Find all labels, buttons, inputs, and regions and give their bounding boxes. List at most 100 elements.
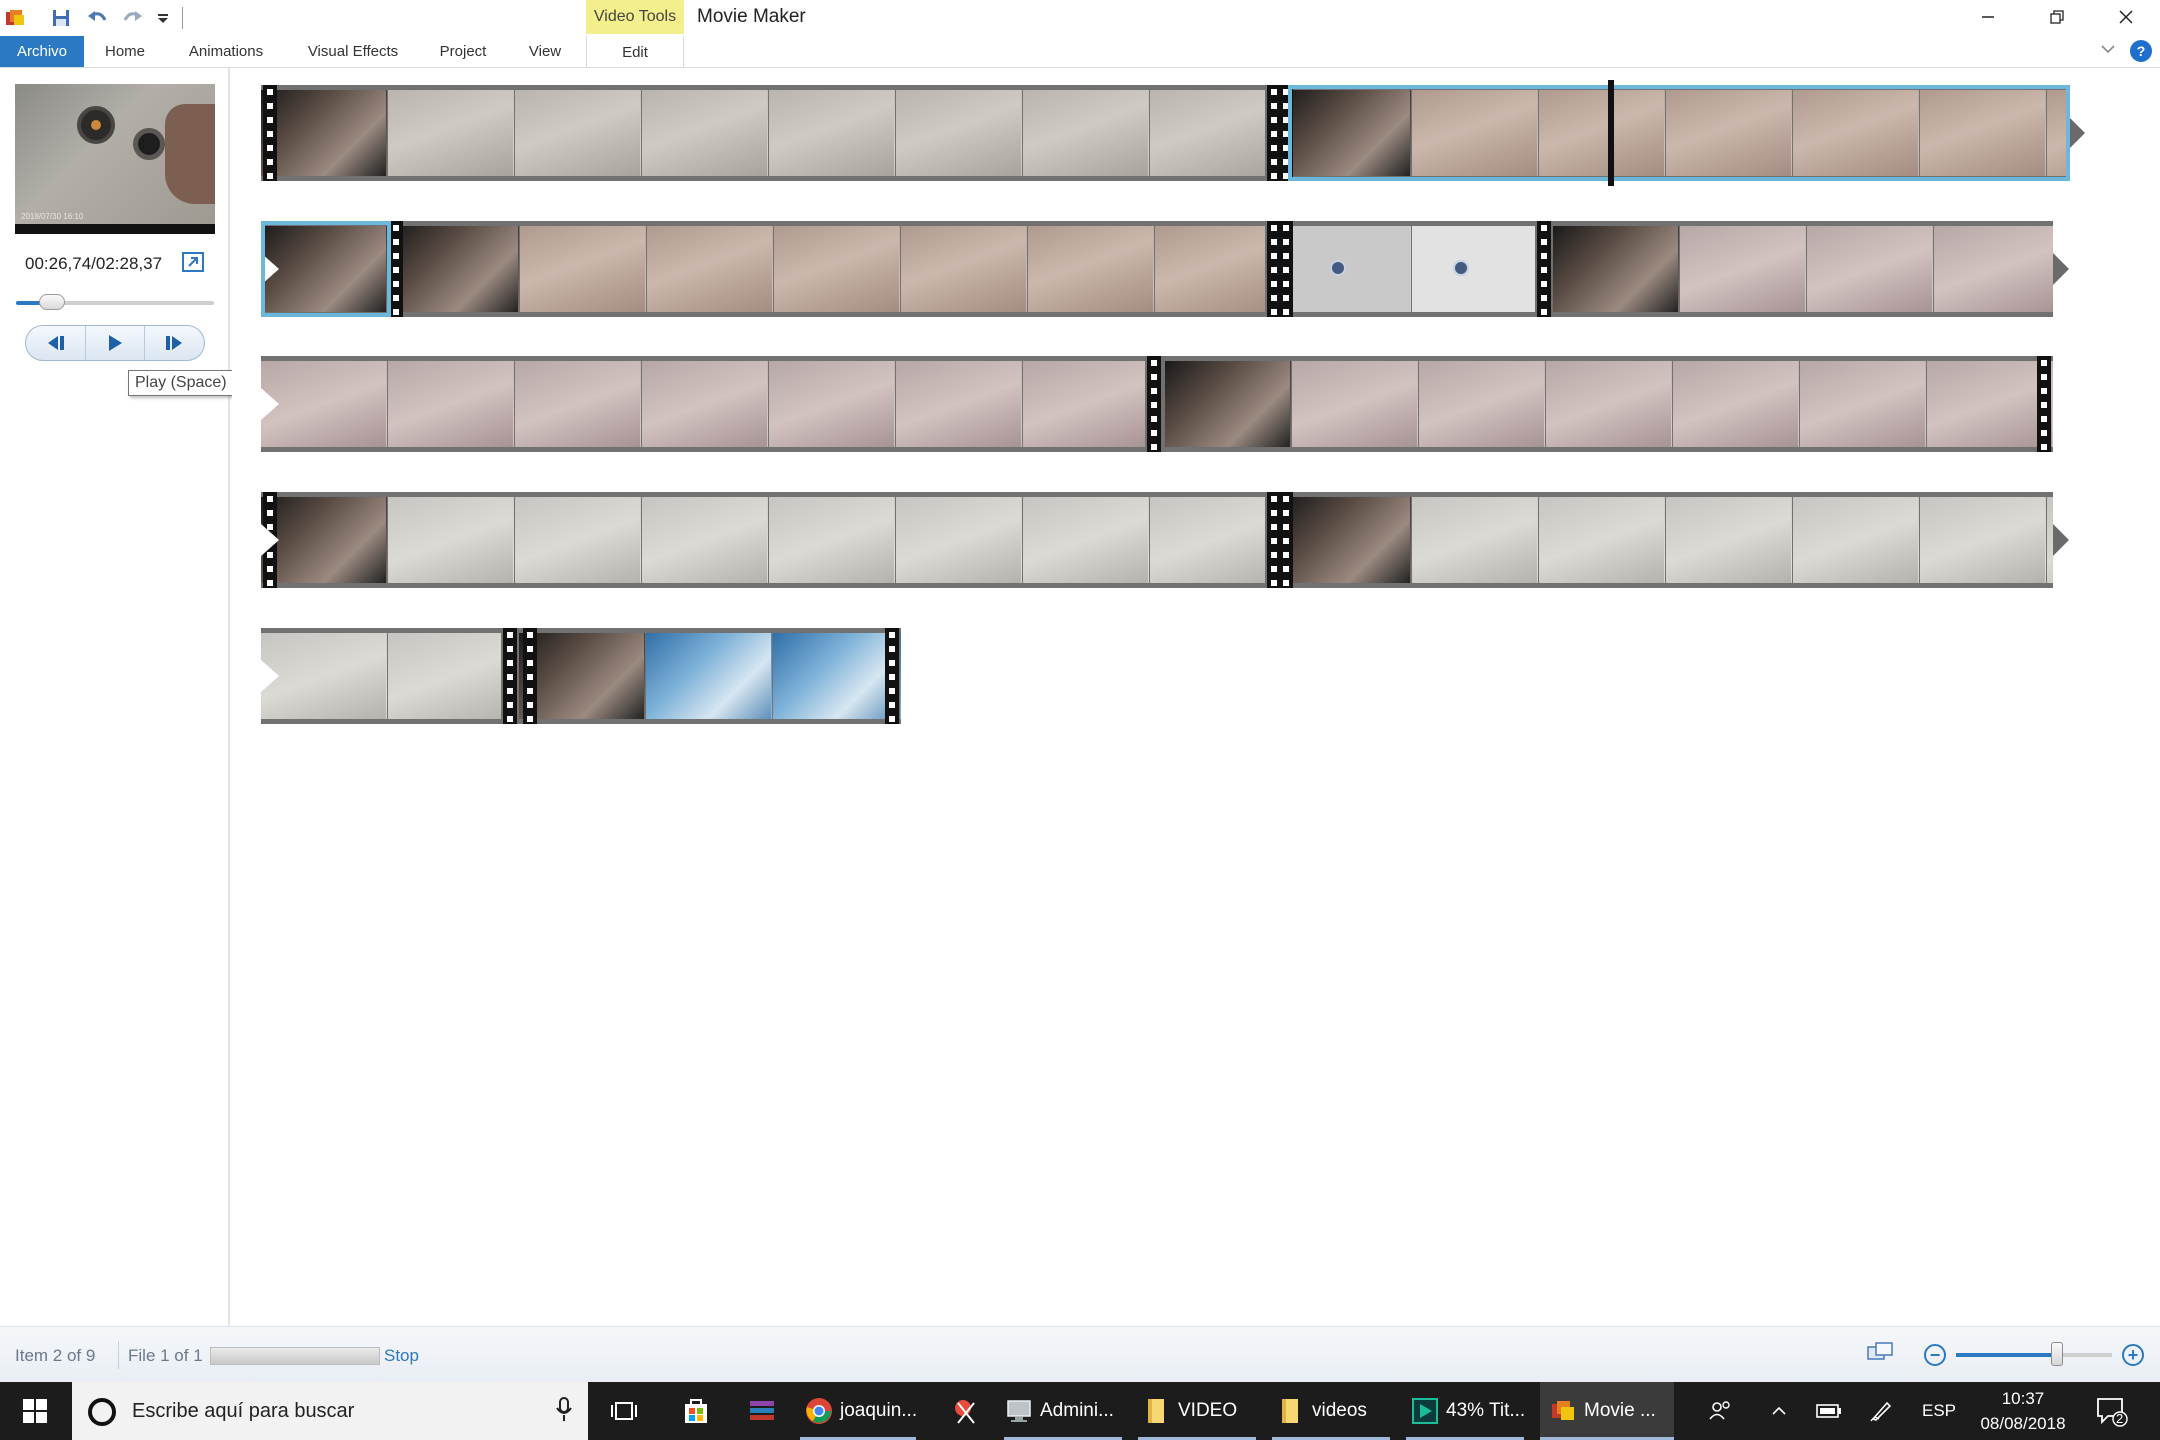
close-button[interactable] xyxy=(2091,0,2160,34)
clip-thumbnail xyxy=(1285,497,1411,583)
clip-thumbnail xyxy=(769,497,895,583)
video-clip[interactable] xyxy=(1553,226,2053,312)
video-clip[interactable] xyxy=(1285,90,2069,176)
winrar-icon[interactable] xyxy=(742,1382,782,1440)
video-clip[interactable] xyxy=(261,497,1265,583)
clip-thumbnail xyxy=(769,90,895,176)
video-clip[interactable] xyxy=(1165,361,2053,447)
taskbar-clock[interactable]: 10:37 08/08/2018 xyxy=(1968,1386,2078,1436)
clock-date: 08/08/2018 xyxy=(1980,1414,2066,1433)
task-view-icon[interactable] xyxy=(604,1382,644,1440)
battery-icon[interactable] xyxy=(1814,1382,1844,1440)
search-placeholder: Escribe aquí para buscar xyxy=(132,1400,355,1422)
playback-controls xyxy=(25,325,205,361)
video-clip[interactable] xyxy=(393,226,1265,312)
taskbar-app-videos-folder[interactable]: videos xyxy=(1276,1382,1367,1440)
pen-workspace-icon[interactable] xyxy=(1866,1382,1896,1440)
seek-slider[interactable] xyxy=(16,294,214,310)
save-icon[interactable] xyxy=(46,3,76,33)
preview-bowl-shape xyxy=(77,106,115,144)
clip-thumbnail xyxy=(1793,90,1919,176)
clip-thumbnail xyxy=(774,226,900,312)
movie-maker-app-icon[interactable] xyxy=(0,3,30,33)
row-continue-left-arrow-icon xyxy=(261,388,279,420)
play-button[interactable] xyxy=(86,326,146,360)
clip-thumbnail xyxy=(1927,361,2053,447)
taskbar-app-video-folder[interactable]: VIDEO xyxy=(1142,1382,1237,1440)
action-center-icon[interactable]: 2 xyxy=(2094,1394,2128,1428)
clip-thumbnail xyxy=(1920,90,2046,176)
title-bar: Video Tools Movie Maker xyxy=(0,0,2160,36)
tab-view[interactable]: View xyxy=(516,36,574,67)
ribbon-expand-chevron-icon[interactable] xyxy=(2100,42,2116,60)
undo-icon[interactable] xyxy=(82,3,112,33)
film-sprocket-divider xyxy=(1279,85,1293,181)
clip-thumbnail xyxy=(1023,497,1149,583)
zoom-out-button[interactable]: − xyxy=(1924,1343,1946,1366)
seek-slider-thumb[interactable] xyxy=(38,294,65,310)
video-clip[interactable] xyxy=(261,90,1265,176)
zoom-in-button[interactable]: + xyxy=(2122,1343,2144,1366)
clip-thumbnail xyxy=(773,633,899,719)
input-language[interactable]: ESP xyxy=(1922,1382,1956,1440)
tab-animations[interactable]: Animations xyxy=(176,36,276,67)
taskbar-app-label: VIDEO xyxy=(1178,1400,1238,1421)
clip-thumbnail xyxy=(1165,361,1291,447)
redo-icon[interactable] xyxy=(118,3,148,33)
help-icon[interactable]: ? xyxy=(2130,40,2152,62)
start-button[interactable] xyxy=(0,1382,70,1440)
stop-link[interactable]: Stop xyxy=(384,1346,419,1366)
storyboard-row xyxy=(261,85,2085,181)
zoom-slider[interactable] xyxy=(1956,1341,2112,1366)
clip-thumbnail xyxy=(515,90,641,176)
video-clip[interactable] xyxy=(1285,497,2053,583)
video-clip[interactable] xyxy=(519,633,901,719)
taskbar-app-movie-maker[interactable]: Movie ... xyxy=(1540,1382,1674,1440)
video-clip[interactable] xyxy=(261,633,501,719)
minimize-button[interactable] xyxy=(1953,0,2022,34)
chrome-icon xyxy=(804,1396,834,1426)
taskbar-app-admin[interactable]: Admini... xyxy=(1004,1382,1114,1440)
tab-project[interactable]: Project xyxy=(428,36,498,67)
tab-home[interactable]: Home xyxy=(90,36,160,67)
fullscreen-preview-icon[interactable] xyxy=(182,252,204,272)
row-continue-left-arrow-icon xyxy=(261,660,279,692)
clip-thumbnail xyxy=(646,633,772,719)
storyboard-timeline[interactable] xyxy=(232,68,2160,1326)
clip-thumbnail xyxy=(900,633,901,719)
previous-frame-button[interactable] xyxy=(26,326,86,360)
next-frame-button[interactable] xyxy=(145,326,204,360)
preview-video-frame[interactable]: 2018/07/30 16:10 xyxy=(15,84,215,234)
clip-thumbnail xyxy=(1285,226,1411,312)
clip-thumbnail xyxy=(388,90,514,176)
people-icon[interactable] xyxy=(1706,1382,1736,1440)
store-icon[interactable] xyxy=(676,1382,716,1440)
preview-hand-shape xyxy=(165,104,215,204)
playhead-cursor[interactable] xyxy=(1608,80,1614,186)
clip-thumbnail xyxy=(1673,361,1799,447)
video-clip[interactable] xyxy=(261,226,387,312)
taskbar-app-chrome[interactable]: joaquin... xyxy=(804,1382,917,1440)
show-hidden-icons-chevron-icon[interactable] xyxy=(1766,1382,1792,1440)
tab-archivo[interactable]: Archivo xyxy=(0,36,84,67)
tab-visual-effects[interactable]: Visual Effects xyxy=(298,36,408,67)
film-sprocket-divider xyxy=(523,628,537,724)
taskbar-app-media-encoder[interactable]: 43% Tit... xyxy=(1410,1382,1525,1440)
taskbar-app-label: Admini... xyxy=(1040,1400,1114,1421)
play-tooltip: Play (Space) xyxy=(128,370,234,396)
clip-thumbnail xyxy=(1028,226,1154,312)
clip-thumbnail xyxy=(515,497,641,583)
zoom-slider-thumb[interactable] xyxy=(2051,1341,2064,1366)
tab-edit[interactable]: Edit xyxy=(586,36,684,67)
video-clip[interactable] xyxy=(261,361,1145,447)
taskbar-search-box[interactable]: Escribe aquí para buscar xyxy=(72,1382,588,1440)
clip-thumbnail xyxy=(1800,361,1926,447)
customize-qat-icon[interactable] xyxy=(154,3,172,33)
row-continue-right-arrow-icon xyxy=(2069,117,2085,149)
video-clip[interactable] xyxy=(1285,226,1535,312)
snipping-tool-icon[interactable] xyxy=(946,1382,986,1440)
microphone-icon[interactable] xyxy=(554,1396,574,1429)
thumbnail-size-icon[interactable] xyxy=(1866,1341,1894,1368)
clip-thumbnail xyxy=(261,90,387,176)
restore-button[interactable] xyxy=(2022,0,2091,34)
